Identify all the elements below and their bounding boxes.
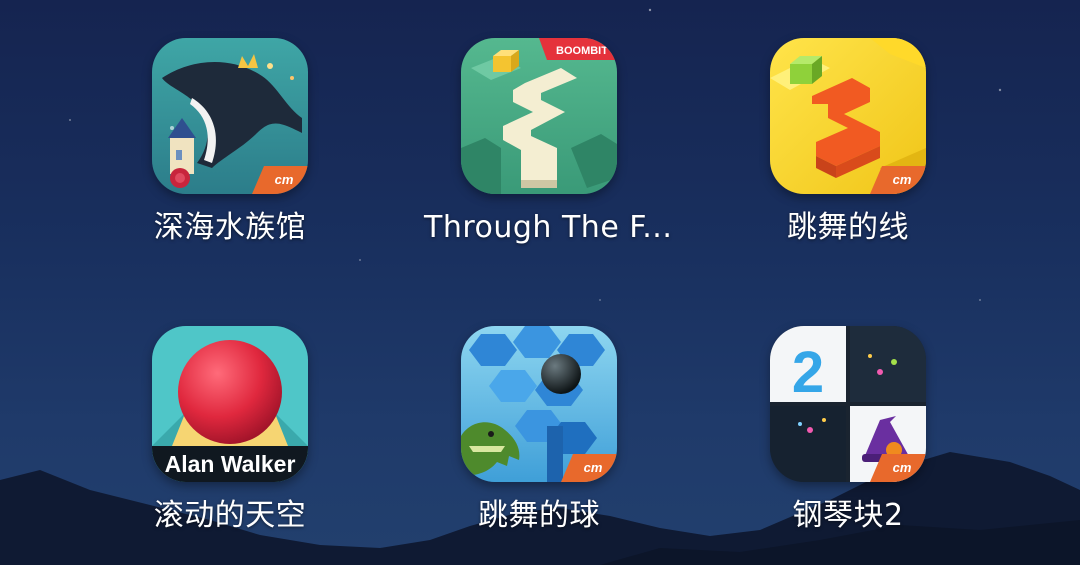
svg-text:2: 2 <box>792 340 824 405</box>
svg-text:cm: cm <box>893 460 912 475</box>
app-label: 滚动的天空 <box>153 498 307 533</box>
app-label: 跳舞的球 <box>478 498 600 533</box>
svg-text:BOOMBIT: BOOMBIT <box>556 45 608 57</box>
rolling-sky-icon[interactable]: Alan Walker <box>152 326 308 482</box>
svg-text:cm: cm <box>893 172 912 187</box>
app-dancing-line[interactable]: cm 跳舞的线 <box>733 38 963 268</box>
dancing-ball-icon[interactable]: cm <box>461 326 617 482</box>
dancing-line-icon[interactable]: cm <box>770 38 926 194</box>
app-dancing-ball[interactable]: cm 跳舞的球 <box>424 326 654 556</box>
app-label: 钢琴块2 <box>792 498 904 533</box>
svg-text:cm: cm <box>275 172 294 187</box>
app-through-the-forest[interactable]: BOOMBIT Through The F... <box>424 38 673 268</box>
app-label: 跳舞的线 <box>787 210 909 245</box>
app-label: 深海水族馆 <box>153 210 307 245</box>
svg-text:Alan Walker: Alan Walker <box>165 451 296 477</box>
app-label: Through The F... <box>424 210 673 245</box>
app-deep-sea-aquarium[interactable]: cm 深海水族馆 <box>115 38 345 268</box>
app-piano-tiles-2[interactable]: 2 cm 钢琴块2 <box>733 326 963 556</box>
app-grid: cm 深海水族馆 BOOMBIT Through The F... cm 跳舞的… <box>0 0 1080 565</box>
svg-text:cm: cm <box>584 460 603 475</box>
piano-tiles-2-icon[interactable]: 2 cm <box>770 326 926 482</box>
through-the-forest-icon[interactable]: BOOMBIT <box>461 38 617 194</box>
deep-sea-aquarium-icon[interactable]: cm <box>152 38 308 194</box>
app-rolling-sky[interactable]: Alan Walker 滚动的天空 <box>115 326 345 556</box>
